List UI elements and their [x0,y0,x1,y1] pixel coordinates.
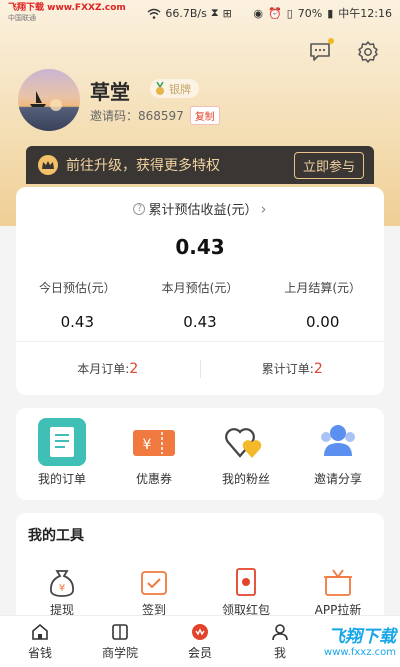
people-icon [314,418,362,466]
status-left: 飞翔下载 www.FXXZ.com 中国联通 [8,3,126,23]
earnings-total: 0.43 [175,235,225,259]
earnings-title-row[interactable]: ? 累计预估收益(元） › [16,199,384,218]
wifi-icon [147,8,161,19]
school-icon [110,622,130,642]
tab-business-school[interactable]: 商学院 [80,616,160,667]
withdraw-button[interactable]: ¥ 提现 [16,565,108,618]
stat-this-month: 本月预估(元） 0.43 [139,279,262,331]
battery-level: 70% [297,6,323,20]
order-count: 2 [313,361,323,377]
settings-button[interactable] [354,38,382,66]
join-now-button[interactable]: 立即参与 [293,151,364,179]
status-bar: 飞翔下载 www.FXXZ.com 中国联通 66.7B/s ⧗ ⊞ ◉ ⏰ ▯… [0,0,400,26]
gift-box-icon [321,565,355,599]
quick-label: 我的粉丝 [221,472,270,486]
gear-icon [358,41,378,63]
alarm-icon: ⏰ [268,6,282,20]
carrier-name: 中国联通 [8,14,36,22]
quick-actions: 我的订单 ¥ 优惠券 我的粉丝 邀请分享 [16,408,384,500]
tab-label: 省钱 [27,646,52,660]
order-label: 累计订单: [261,362,314,376]
svg-text:¥: ¥ [143,437,152,453]
tools-title: 我的工具 [28,528,84,544]
copy-button[interactable]: 复制 [189,106,220,125]
message-unread-dot [328,38,334,44]
username: 草堂 [90,80,130,104]
orders-row: 本月订单:2 累计订单:2 [16,341,384,395]
stat-label: 本月预估(元） [161,281,239,295]
stat-today: 今日预估(元） 0.43 [16,279,139,331]
monthly-orders[interactable]: 本月订单:2 [16,360,200,377]
stat-value: 0.43 [183,313,217,331]
invite-share-button[interactable]: 邀请分享 [292,418,384,487]
medal-icon [156,81,164,95]
status-watermark: 飞翔下载 www.FXXZ.com [8,3,126,13]
quick-label: 邀请分享 [313,472,362,486]
order-list-icon [38,418,86,466]
coupons-button[interactable]: ¥ 优惠券 [108,418,200,487]
eye-icon: ◉ [253,6,263,20]
watermark-url: www.fxxz.com [324,647,396,658]
status-network: 66.7B/s ⧗ ⊞ [147,6,232,20]
checkin-button[interactable]: 签到 [108,565,200,618]
red-envelope-icon [229,565,263,599]
network-speed: 66.7B/s [165,6,207,20]
stat-last-month: 上月结算(元） 0.00 [261,279,384,331]
hourglass-icon: ⧗ [210,6,219,19]
earnings-stats: 今日预估(元） 0.43 本月预估(元） 0.43 上月结算(元） 0.00 [16,279,384,331]
message-button[interactable] [306,38,334,66]
tools-row: ¥ 提现 签到 领取红包 APP拉新 [16,565,384,618]
question-icon[interactable]: ? [133,202,146,215]
invite-code: 邀请码：868597 [90,109,184,123]
message-icon [310,43,330,61]
checkin-icon [137,565,171,599]
my-fans-button[interactable]: 我的粉丝 [200,418,292,487]
invite-code-row: 邀请码：868597 复制 [90,106,220,125]
avatar[interactable] [18,69,80,131]
tab-save-money[interactable]: 省钱 [0,616,80,667]
chevron-right-icon: › [260,199,267,218]
stat-value: 0.43 [60,313,95,331]
member-icon [190,622,210,642]
stat-label: 上月结算(元） [284,281,362,295]
clock: 中午12:16 [338,7,392,20]
upgrade-banner[interactable]: 前往升级，获得更多特权 立即参与 [26,146,374,184]
stat-label: 今日预估(元） [38,281,116,295]
money-bag-icon: ¥ [45,565,79,599]
my-orders-button[interactable]: 我的订单 [16,418,108,487]
earnings-title: 累计预估收益(元） [148,203,258,218]
home-icon [30,622,50,642]
earnings-card: ? 累计预估收益(元） › 0.43 今日预估(元） 0.43 本月预估(元） … [16,187,384,395]
level-badge[interactable]: 银牌 [150,79,199,98]
hearts-icon [222,418,270,466]
quick-label: 优惠券 [135,472,172,486]
level-label: 银牌 [169,82,191,96]
stat-value: 0.00 [305,313,340,331]
total-orders[interactable]: 累计订单:2 [201,360,385,377]
site-watermark: 飞翔下载 www.fxxz.com [262,616,396,664]
tab-label: 商学院 [101,646,138,660]
crown-icon [38,155,58,175]
status-right: ◉ ⏰ ▯ 70% ▮ 中午12:16 [253,5,392,21]
tab-label: 会员 [187,646,212,660]
svg-text:¥: ¥ [59,583,65,594]
vibrate-icon: ▯ [286,6,293,20]
upgrade-text: 前往升级，获得更多特权 [66,158,220,174]
app-referral-button[interactable]: APP拉新 [292,565,384,618]
signal-icon: ▮ [327,6,334,20]
sailboat-sunset-image [30,91,62,111]
red-envelope-button[interactable]: 领取红包 [200,565,292,618]
order-label: 本月订单: [77,362,130,376]
order-count: 2 [129,361,139,377]
tab-member[interactable]: 会员 [160,616,240,667]
coupon-icon: ¥ [130,418,178,466]
quick-label: 我的订单 [37,472,86,486]
grid-icon: ⊞ [222,6,232,20]
watermark-title: 飞翔下载 [328,627,396,647]
